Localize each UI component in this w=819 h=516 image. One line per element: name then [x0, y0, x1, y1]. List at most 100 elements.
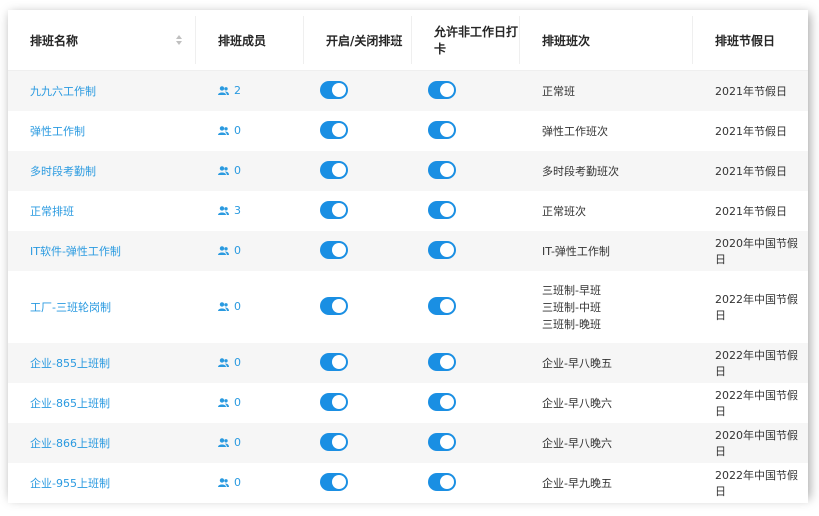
schedule-name-link[interactable]: 正常排班: [30, 205, 74, 218]
schedule-name-link[interactable]: 弹性工作制: [30, 125, 85, 138]
cell-shifts: 正常班: [520, 70, 693, 111]
users-icon: [218, 438, 229, 447]
nonworkday-toggle[interactable]: [428, 432, 456, 451]
cell-shifts: 企业-早八晚五: [520, 343, 693, 383]
members-link[interactable]: 0: [218, 436, 241, 449]
cell-name: 多时段考勤制: [8, 151, 196, 191]
cell-name: 企业-866上班制: [8, 423, 196, 463]
shift-label: 弹性工作班次: [542, 124, 608, 138]
members-link[interactable]: 0: [218, 476, 241, 489]
schedule-toggle[interactable]: [320, 160, 348, 179]
toggle-knob: [332, 474, 346, 489]
schedule-toggle[interactable]: [320, 432, 348, 451]
members-link[interactable]: 0: [218, 164, 241, 177]
cell-members: 0: [196, 383, 304, 423]
toggle-knob: [440, 474, 454, 489]
cell-holiday: 2022年中国节假日: [693, 271, 808, 343]
cell-schedule-toggle: [304, 343, 412, 383]
toggle-knob: [332, 202, 346, 217]
header-allow-nonworkday: 允许非工作日打卡: [412, 10, 520, 71]
cell-name: 企业-855上班制: [8, 343, 196, 383]
cell-schedule-toggle: [304, 271, 412, 343]
cell-members: 0: [196, 423, 304, 463]
members-link[interactable]: 0: [218, 300, 241, 313]
members-count: 0: [234, 356, 241, 369]
schedule-name-link[interactable]: 企业-855上班制: [30, 357, 110, 370]
shift-label: 三班制-早班: [542, 283, 601, 297]
cell-schedule-toggle: [304, 191, 412, 231]
nonworkday-toggle[interactable]: [428, 240, 456, 259]
schedule-toggle[interactable]: [320, 80, 348, 99]
schedule-name-link[interactable]: IT软件-弹性工作制: [30, 245, 121, 258]
cell-members: 0: [196, 151, 304, 191]
nonworkday-toggle[interactable]: [428, 200, 456, 219]
users-icon: [218, 478, 229, 487]
members-link[interactable]: 0: [218, 396, 241, 409]
cell-name: 九九六工作制: [8, 70, 196, 111]
members-link[interactable]: 0: [218, 356, 241, 369]
cell-nonworkday-toggle: [412, 191, 520, 231]
cell-shifts: 企业-早八晚六: [520, 423, 693, 463]
table-row: 多时段考勤制 0 多时段考勤班次 2021年节假日: [8, 151, 808, 191]
schedule-name-link[interactable]: 工厂-三班轮岗制: [30, 301, 111, 314]
nonworkday-toggle[interactable]: [428, 352, 456, 371]
table-row: 企业-865上班制 0 企业-早八晚六 2022年中国节假日: [8, 383, 808, 423]
schedule-name-link[interactable]: 企业-865上班制: [30, 397, 110, 410]
members-link[interactable]: 2: [218, 84, 241, 97]
toggle-knob: [332, 242, 346, 257]
sort-arrows-icon[interactable]: [176, 35, 182, 45]
schedule-toggle[interactable]: [320, 120, 348, 139]
schedule-name-link[interactable]: 企业-866上班制: [30, 437, 110, 450]
schedule-toggle[interactable]: [320, 472, 348, 491]
schedule-name-link[interactable]: 九九六工作制: [30, 85, 96, 98]
cell-nonworkday-toggle: [412, 271, 520, 343]
shift-label: 企业-早九晚五: [542, 476, 612, 490]
members-link[interactable]: 0: [218, 124, 241, 137]
toggle-knob: [440, 354, 454, 369]
cell-members: 0: [196, 111, 304, 151]
cell-members: 0: [196, 231, 304, 271]
cell-shifts: 三班制-早班 三班制-中班 三班制-晚班: [520, 271, 693, 343]
members-count: 0: [234, 300, 241, 313]
users-icon: [218, 398, 229, 407]
members-link[interactable]: 0: [218, 244, 241, 257]
cell-schedule-toggle: [304, 423, 412, 463]
schedule-toggle[interactable]: [320, 352, 348, 371]
users-icon: [218, 166, 229, 175]
cell-schedule-toggle: [304, 151, 412, 191]
schedule-toggle[interactable]: [320, 296, 348, 315]
schedule-table: 排班名称 排班成员 开启/关闭排班 允许非工作日打卡 排班班次 排班节假日 九九…: [8, 10, 808, 503]
cell-shifts: 多时段考勤班次: [520, 151, 693, 191]
cell-holiday: 2022年中国节假日: [693, 383, 808, 423]
cell-nonworkday-toggle: [412, 383, 520, 423]
toggle-knob: [440, 162, 454, 177]
holiday-label: 2022年中国节假日: [715, 389, 798, 418]
schedule-toggle[interactable]: [320, 200, 348, 219]
members-link[interactable]: 3: [218, 204, 241, 217]
header-toggle-schedule[interactable]: 开启/关闭排班: [304, 10, 412, 71]
holiday-label: 2020年中国节假日: [715, 237, 798, 266]
nonworkday-toggle[interactable]: [428, 472, 456, 491]
nonworkday-toggle[interactable]: [428, 80, 456, 99]
nonworkday-toggle[interactable]: [428, 120, 456, 139]
schedule-toggle[interactable]: [320, 392, 348, 411]
table-row: 弹性工作制 0 弹性工作班次 2021年节假日: [8, 111, 808, 151]
nonworkday-toggle[interactable]: [428, 296, 456, 315]
nonworkday-toggle[interactable]: [428, 160, 456, 179]
schedule-toggle[interactable]: [320, 240, 348, 259]
sort-arrows-icon[interactable]: [392, 35, 398, 45]
header-members-label: 排班成员: [218, 33, 267, 48]
shift-label: 正常班次: [542, 204, 586, 218]
toggle-knob: [332, 354, 346, 369]
holiday-label: 2022年中国节假日: [715, 469, 798, 498]
cell-nonworkday-toggle: [412, 423, 520, 463]
toggle-knob: [332, 162, 346, 177]
schedule-name-link[interactable]: 多时段考勤制: [30, 165, 96, 178]
cell-holiday: 2021年节假日: [693, 111, 808, 151]
nonworkday-toggle[interactable]: [428, 392, 456, 411]
header-name[interactable]: 排班名称: [8, 10, 196, 71]
cell-members: 3: [196, 191, 304, 231]
schedule-name-link[interactable]: 企业-955上班制: [30, 477, 110, 490]
toggle-knob: [332, 434, 346, 449]
cell-shifts: 企业-早九晚五: [520, 463, 693, 503]
